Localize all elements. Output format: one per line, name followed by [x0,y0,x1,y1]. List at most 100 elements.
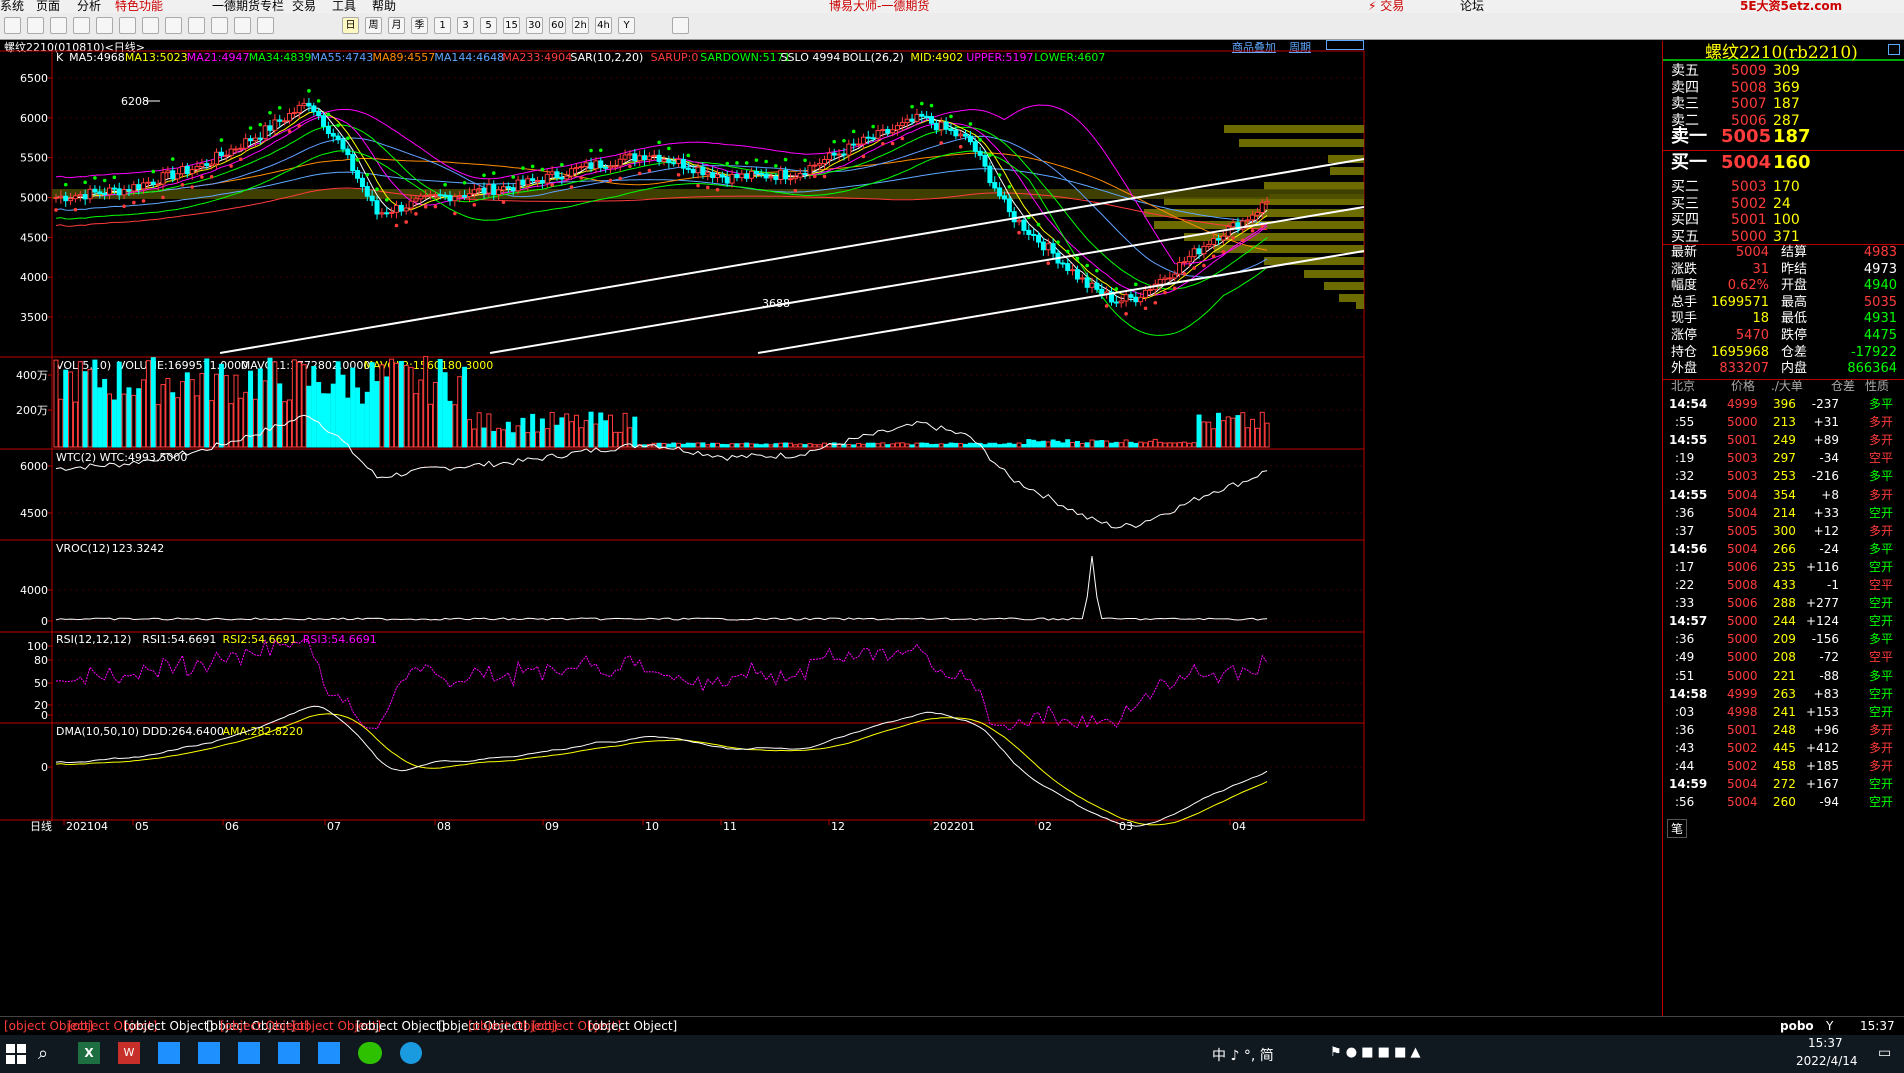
tick-tab[interactable]: 笔 [1667,819,1688,838]
app-icon-2[interactable] [198,1042,220,1064]
ime-indicator[interactable]: 中 ♪ °, 简 [1212,1045,1274,1065]
tick-row[interactable]: :51 5000 221 -88 多平 [1663,666,1904,686]
sar-dot [890,141,895,146]
pen-icon[interactable] [165,17,182,34]
chart-icon[interactable] [50,17,67,34]
volume-bar [374,381,380,448]
axis-label: 400万 [16,369,48,382]
period-button-0[interactable]: 日 [342,17,359,34]
forum-button[interactable]: 论坛 [1460,0,1484,13]
tick-row[interactable]: 14:55 5001 249 +89 多开 [1663,430,1904,450]
tick-row[interactable]: :17 5006 235 +116 空开 [1663,557,1904,577]
app-icon-3[interactable] [238,1042,260,1064]
period-button-6[interactable]: 5 [480,17,497,34]
volume-bar [924,442,930,448]
period-button-3[interactable]: 季 [411,17,428,34]
tick-row[interactable]: :56 5004 260 -94 空开 [1663,792,1904,812]
tick-row[interactable]: :36 5001 248 +96 多开 [1663,720,1904,740]
tick-row[interactable]: 14:58 4999 263 +83 空开 [1663,684,1904,704]
wechat-icon[interactable] [358,1042,382,1064]
tick-time: :49 [1675,650,1695,665]
candle [116,188,122,196]
chart-area[interactable]: 螺纹2210(010810)<日线> 商品叠加 周期 K MA5:4968 MA13… [0,40,1662,1016]
tick-row[interactable]: :36 5000 209 -156 多平 [1663,629,1904,649]
tick-row[interactable]: 14:56 5004 266 -24 多平 [1663,539,1904,559]
excel-icon[interactable]: X [78,1042,100,1064]
menu-system[interactable]: 系统 [0,0,24,13]
tick-icon[interactable] [257,17,274,34]
menu-page[interactable]: 页面 [36,0,60,13]
tick-row[interactable]: :33 5006 288 +277 空开 [1663,593,1904,613]
trend-line [757,250,1365,354]
tick-row[interactable]: 14:54 4999 396 -237 多平 [1663,394,1904,414]
tick-row[interactable]: :36 5004 214 +33 空开 [1663,503,1904,523]
period-button-11[interactable]: 4h [595,17,612,34]
ask-row[interactable]: 卖一 5005 187 [1663,127,1904,147]
edge-icon[interactable] [400,1042,422,1064]
tick-row[interactable]: 14:59 5004 272 +167 空开 [1663,774,1904,794]
windows-start-icon[interactable] [6,1044,26,1064]
candle [749,170,755,179]
menu-trade[interactable]: 交易 [292,0,316,13]
candle [282,120,288,123]
menu-help[interactable]: 帮助 [372,0,396,13]
period-button-10[interactable]: 2h [572,17,589,34]
zoom-out-icon[interactable] [119,17,136,34]
clock-time[interactable]: 15:37 [1808,1036,1843,1050]
candle [214,151,220,165]
period-button-12[interactable]: Y [618,17,635,34]
tick-row[interactable]: :37 5005 300 +12 多开 [1663,521,1904,541]
sar-dot [54,208,58,212]
tick-row[interactable]: :43 5002 445 +412 多开 [1663,738,1904,758]
wps-icon[interactable]: W [118,1042,140,1064]
app-icon-4[interactable] [278,1042,300,1064]
period-button-1[interactable]: 周 [365,17,382,34]
period-button-8[interactable]: 30 [526,17,543,34]
period-button-5[interactable]: 3 [457,17,474,34]
candle [997,187,1003,197]
candle [569,168,575,177]
app-icon-1[interactable] [158,1042,180,1064]
bid-row[interactable]: 买一 5004 160 [1663,153,1904,173]
candle [1211,238,1217,245]
period-button-4[interactable]: 1 [434,17,451,34]
menu-analysis[interactable]: 分析 [77,0,101,13]
period-button-9[interactable]: 60 [549,17,566,34]
menu-features[interactable]: 特色功能 [115,0,163,13]
notification-icon[interactable]: ▭ [1878,1045,1891,1061]
home-icon[interactable] [4,17,21,34]
zoom-in-icon[interactable] [96,17,113,34]
app-icon-5[interactable] [318,1042,340,1064]
grid-icon[interactable] [234,17,251,34]
period-button-7[interactable]: 15 [503,17,520,34]
clock-date[interactable]: 2022/4/14 [1796,1054,1858,1068]
tick-row[interactable]: :55 5000 213 +31 多开 [1663,412,1904,432]
folder-icon[interactable] [27,17,44,34]
refresh-icon[interactable] [73,17,90,34]
tick-row[interactable]: :03 4998 241 +153 空开 [1663,702,1904,722]
tick-row[interactable]: :32 5003 253 -216 多平 [1663,466,1904,486]
sar-dot [346,136,350,141]
calc-icon[interactable] [672,17,689,34]
filter-icon[interactable] [211,17,228,34]
period-button-2[interactable]: 月 [388,17,405,34]
candle [345,148,351,156]
tray-icons[interactable]: ⚑ ● ■ ■ ■ ▲ [1330,1045,1421,1060]
search-icon[interactable]: ⌕ [38,1043,48,1064]
volume-bar [68,371,74,448]
menu-tools[interactable]: 工具 [332,0,356,13]
menu-column[interactable]: 一德期货专栏 [212,0,284,13]
clear-icon[interactable] [188,17,205,34]
tick-row[interactable]: :44 5002 458 +185 多开 [1663,756,1904,776]
tick-row[interactable]: 14:55 5004 354 +8 多开 [1663,485,1904,505]
tick-oi-change: +116 [1806,559,1839,574]
trade-button[interactable]: ⚡ 交易 [1368,0,1404,13]
axis-label: 0 [41,615,48,628]
tick-row[interactable]: :49 5000 208 -72 空平 [1663,647,1904,667]
panel-toggle-icon[interactable] [1888,44,1900,55]
tick-row[interactable]: 14:57 5000 244 +124 空开 [1663,611,1904,631]
tick-row[interactable]: :19 5003 297 -34 空平 [1663,448,1904,468]
draw-icon[interactable] [142,17,159,34]
tick-row[interactable]: :22 5008 433 -1 空平 [1663,575,1904,595]
tick-price: 5000 [1727,650,1758,665]
